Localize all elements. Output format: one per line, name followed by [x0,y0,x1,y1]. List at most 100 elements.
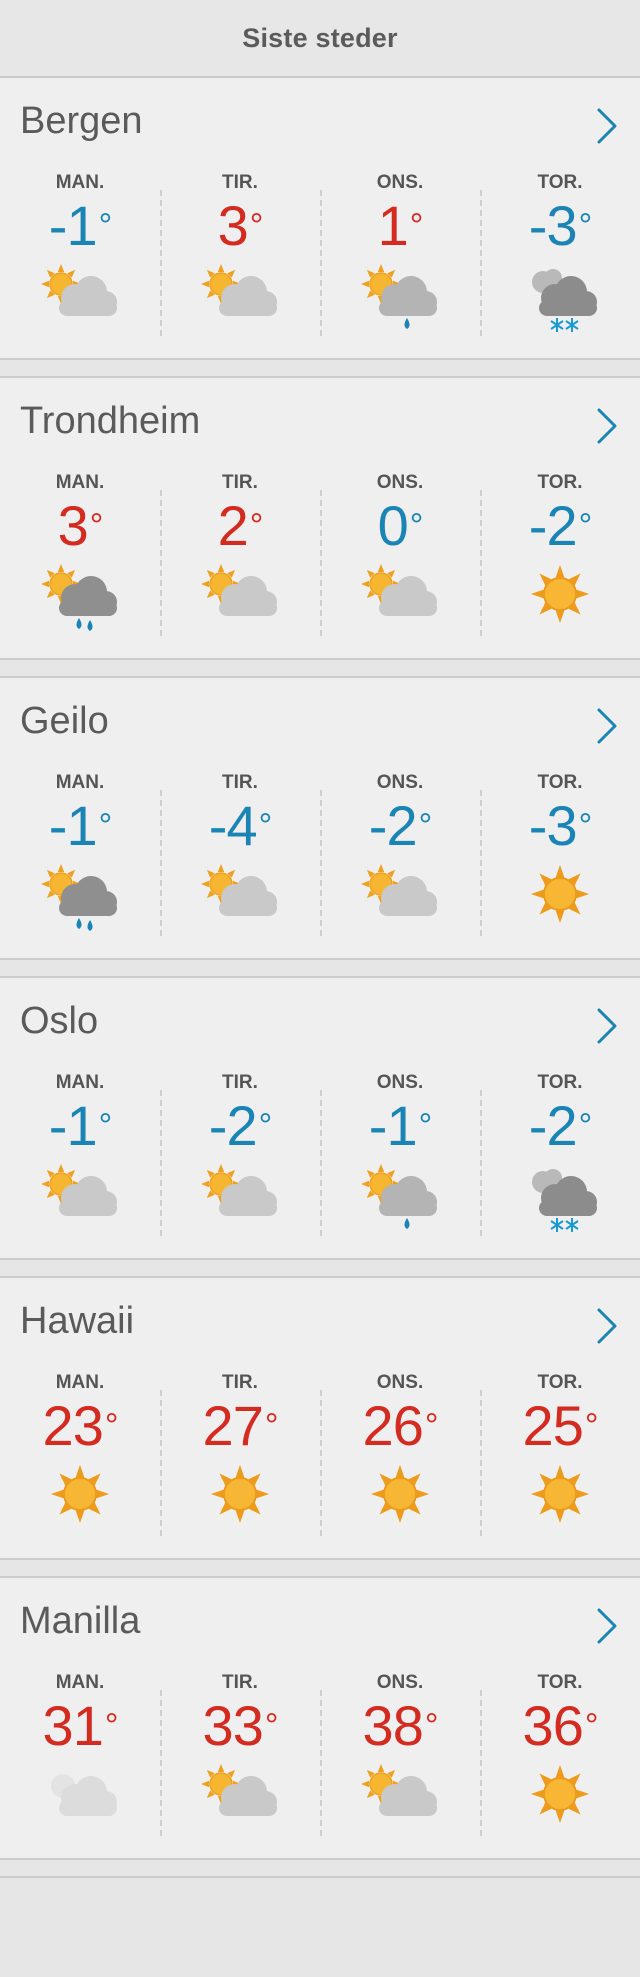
sun-icon [531,865,589,923]
chevron-right-icon[interactable] [594,1306,620,1346]
forecast-day: TOR. 25° [480,1372,640,1542]
day-label: TIR. [222,472,258,493]
degree-symbol: ° [264,1707,279,1745]
forecast-day: ONS. -2° [320,772,480,942]
temperature: -1° [0,194,160,258]
forecast-days: MAN. 23° TIR. 27° ONS. 26° TOR. 25° [0,1372,640,1542]
card-separator [0,360,640,378]
degree-symbol: ° [104,1707,119,1745]
forecast-days: MAN. -1° TIR. -4° ONS. -2° TOR. -3° [0,772,640,942]
location-card-geilo[interactable]: Geilo MAN. -1° TIR. -4° ONS. -2° TOR. -3° [0,678,640,960]
degree-symbol: ° [418,807,433,845]
day-label: TOR. [537,472,583,493]
recent-locations-list: Bergen MAN. -1° TIR. 3° ONS. 1° TOR. -3° Tron… [0,78,640,1878]
temperature-value: -2 [528,1094,578,1157]
location-card-manilla[interactable]: Manilla MAN. 31° TIR. 33° ONS. 38° TOR. 36° [0,1578,640,1860]
chevron-right-icon[interactable] [594,106,620,146]
rain-icon [41,864,117,931]
forecast-day: TOR. 36° [480,1672,640,1842]
partly-cloudy-icon [41,264,117,316]
temperature: 33° [160,1694,320,1758]
degree-symbol: ° [578,807,593,845]
degree-symbol: ° [409,507,424,545]
temperature-value: 1 [377,194,409,257]
temperature: 36° [480,1694,640,1758]
forecast-day: TOR. -2° [480,1072,640,1242]
degree-symbol: ° [584,1407,599,1445]
location-card-oslo[interactable]: Oslo MAN. -1° TIR. -2° ONS. -1° TOR. -2° [0,978,640,1260]
temperature: -3° [480,194,640,258]
temperature-value: -3 [528,794,578,857]
sun-icon [371,1465,429,1523]
partly-cloudy-icon [201,1764,277,1816]
degree-symbol: ° [258,807,273,845]
partly-cloudy-icon [41,1164,117,1216]
snow-icon [532,1169,597,1232]
degree-symbol: ° [249,207,264,245]
temperature: -2° [160,1094,320,1158]
degree-symbol: ° [424,1407,439,1445]
forecast-day: TIR. -2° [160,1072,320,1242]
city-name: Oslo [20,1000,99,1042]
snow-icon [532,269,597,332]
temperature: -1° [320,1094,480,1158]
sun-icon [531,1465,589,1523]
sun-icon [531,1765,589,1823]
degree-symbol: ° [89,507,104,545]
card-separator [0,660,640,678]
day-label: ONS. [376,472,424,493]
day-label: TIR. [222,1072,258,1093]
temperature-value: 31 [42,1694,104,1757]
degree-symbol: ° [578,1107,593,1145]
day-label: TIR. [222,1372,258,1393]
forecast-day: ONS. 38° [320,1672,480,1842]
forecast-days: MAN. -1° TIR. -2° ONS. -1° TOR. -2° [0,1072,640,1242]
location-card-trondheim[interactable]: Trondheim MAN. 3° TIR. 2° ONS. 0° TOR. -2° [0,378,640,660]
rain-icon [41,564,117,631]
degree-symbol: ° [98,807,113,845]
forecast-day: TIR. 2° [160,472,320,642]
location-card-bergen[interactable]: Bergen MAN. -1° TIR. 3° ONS. 1° TOR. -3° [0,78,640,360]
chevron-right-icon[interactable] [594,706,620,746]
sun-icon [531,565,589,623]
degree-symbol: ° [409,207,424,245]
day-label: ONS. [376,172,424,193]
temperature: 23° [0,1394,160,1458]
temperature-value: -3 [528,194,578,257]
temperature-value: 3 [57,494,89,557]
temperature-value: 38 [362,1694,424,1757]
location-card-hawaii[interactable]: Hawaii MAN. 23° TIR. 27° ONS. 26° TOR. 25° [0,1278,640,1560]
temperature-value: 26 [362,1394,424,1457]
city-name: Geilo [20,700,109,742]
chevron-right-icon[interactable] [594,406,620,446]
chevron-right-icon[interactable] [594,1006,620,1046]
day-label: ONS. [376,1372,424,1393]
temperature: -4° [160,794,320,858]
partly-cloudy-icon [201,1164,277,1216]
forecast-day: MAN. -1° [0,1072,160,1242]
temperature-value: -2 [208,1094,258,1157]
temperature: -2° [320,794,480,858]
temperature-value: 27 [202,1394,264,1457]
partly-cloudy-icon [361,564,437,616]
forecast-day: TIR. -4° [160,772,320,942]
partly-cloudy-icon [201,864,277,916]
day-label: MAN. [55,1072,105,1093]
card-separator [0,1860,640,1878]
day-label: TOR. [537,1072,583,1093]
city-name: Trondheim [20,400,201,442]
forecast-day: TOR. -2° [480,472,640,642]
day-label: ONS. [376,772,424,793]
temperature-value: -2 [528,494,578,557]
degree-symbol: ° [98,207,113,245]
forecast-days: MAN. -1° TIR. 3° ONS. 1° TOR. -3° [0,172,640,342]
temperature: -1° [0,794,160,858]
forecast-day: ONS. 1° [320,172,480,342]
light-rain-icon [361,1164,437,1229]
temperature: 3° [160,194,320,258]
degree-symbol: ° [578,507,593,545]
forecast-day: MAN. 23° [0,1372,160,1542]
chevron-right-icon[interactable] [594,1606,620,1646]
forecast-days: MAN. 3° TIR. 2° ONS. 0° TOR. -2° [0,472,640,642]
city-name: Hawaii [20,1300,135,1342]
